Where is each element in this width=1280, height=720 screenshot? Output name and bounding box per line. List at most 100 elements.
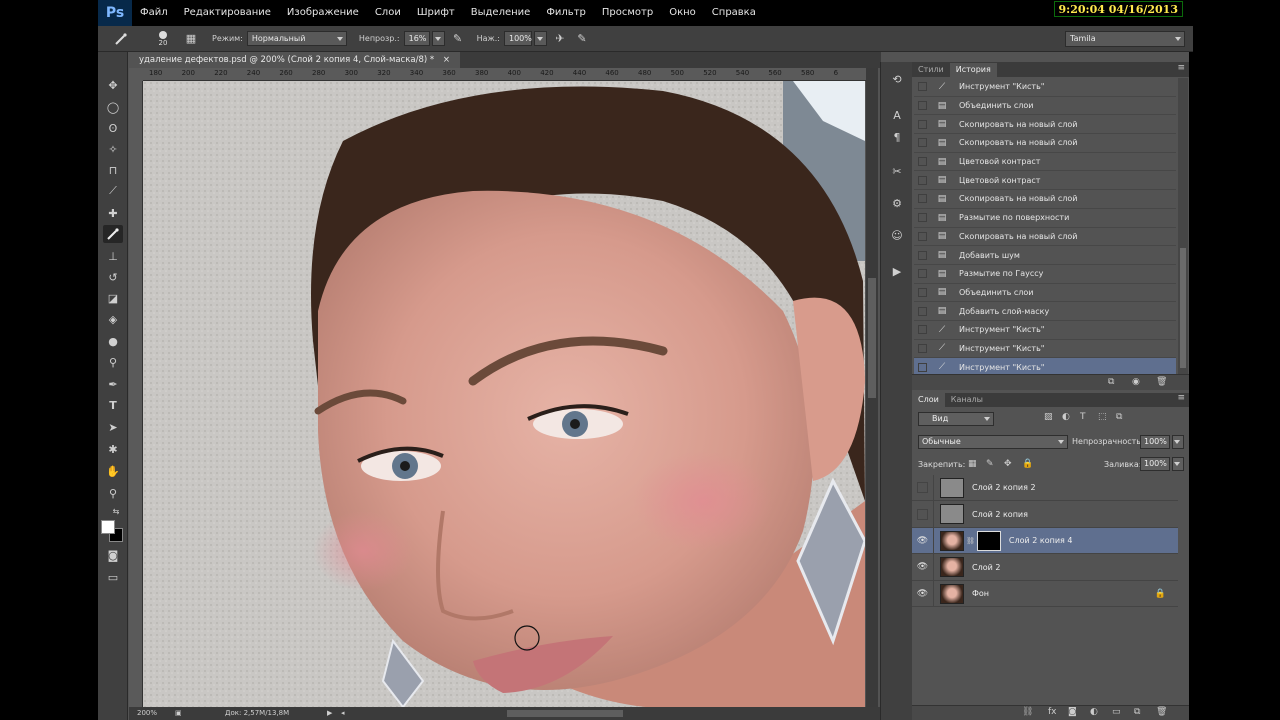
opacity-input[interactable]: 16%	[403, 31, 430, 46]
layer-row[interactable]: 👁 ⛓ Слой 2 копия 4	[912, 527, 1178, 555]
lasso-tool-icon[interactable]: ʘ	[103, 119, 123, 137]
quick-selection-tool-icon[interactable]: ✧	[103, 140, 123, 158]
workspace-select[interactable]: Tamila	[1065, 31, 1185, 47]
healing-brush-tool-icon[interactable]: ✚	[103, 204, 123, 222]
layer-thumbnail[interactable]	[940, 504, 964, 525]
swap-colors-icon[interactable]: ⇆	[110, 502, 122, 520]
history-source-checkbox[interactable]	[918, 82, 927, 92]
adjustment-layer-icon[interactable]: ◐	[1090, 707, 1098, 717]
status-info-icon[interactable]: ▣	[175, 707, 182, 720]
menu-item-6[interactable]: Фильтр	[538, 0, 594, 26]
fill-input[interactable]: 100%	[1140, 457, 1170, 471]
layer-style-icon[interactable]: fx	[1048, 707, 1057, 717]
history-source-checkbox[interactable]	[918, 231, 927, 241]
eye-icon[interactable]: 👁	[912, 580, 934, 607]
flow-input[interactable]: 100%	[503, 31, 532, 46]
actions-panel-icon[interactable]: ▶	[888, 262, 906, 280]
menu-item-9[interactable]: Справка	[704, 0, 764, 26]
lock-all-icon[interactable]: 🔒	[1022, 459, 1033, 469]
vertical-scrollbar[interactable]	[866, 68, 878, 708]
history-source-checkbox[interactable]	[918, 119, 927, 129]
history-item[interactable]: ⟋ Инструмент "Кисть"	[914, 340, 1176, 359]
layer-name[interactable]: Слой 2 копия 2	[972, 483, 1036, 492]
new-snapshot-icon[interactable]: ◉	[1132, 377, 1140, 387]
link-layers-icon[interactable]: ⛓	[1022, 707, 1033, 717]
history-source-checkbox[interactable]	[918, 213, 927, 223]
history-item[interactable]: ⟋ Инструмент "Кисть"	[914, 358, 1176, 374]
history-panel-icon[interactable]: ⟲	[888, 70, 906, 88]
layer-opacity-dropdown[interactable]	[1172, 435, 1184, 449]
lock-transparent-icon[interactable]: ▦	[968, 459, 977, 469]
airbrush-icon[interactable]: ✈	[551, 30, 569, 48]
history-item[interactable]: ⟋ Инструмент "Кисть"	[914, 78, 1176, 97]
mode-select[interactable]: Нормальный	[246, 31, 347, 46]
history-source-checkbox[interactable]	[918, 269, 927, 279]
history-item[interactable]: ▤ Добавить слой-маску	[914, 302, 1176, 321]
marquee-tool-icon[interactable]: ◯	[103, 98, 123, 116]
panel-menu-icon[interactable]: ≡	[1177, 63, 1185, 73]
eraser-tool-icon[interactable]: ◪	[103, 289, 123, 307]
status-menu-arrow-icon[interactable]: ▶	[327, 707, 332, 720]
history-item[interactable]: ▤ Размытие по поверхности	[914, 209, 1176, 228]
dodge-tool-icon[interactable]: ⚲	[103, 353, 123, 371]
fill-dropdown[interactable]	[1172, 457, 1184, 471]
layer-opacity-input[interactable]: 100%	[1140, 435, 1170, 449]
history-item[interactable]: ▤ Скопировать на новый слой	[914, 190, 1176, 209]
layer-thumbnail[interactable]	[940, 557, 964, 578]
history-scrollbar[interactable]	[1178, 78, 1188, 374]
layer-mask-thumbnail[interactable]	[976, 530, 1001, 551]
horizontal-scroll-thumb[interactable]	[507, 710, 623, 717]
close-tab-icon[interactable]: ×	[443, 55, 450, 65]
history-source-checkbox[interactable]	[918, 250, 927, 260]
blend-mode-select[interactable]: Обычные	[918, 435, 1068, 449]
brush-tool-icon[interactable]	[103, 225, 123, 243]
mask-link-icon[interactable]: ⛓	[966, 537, 975, 545]
history-item[interactable]: ▤ Размытие по Гауссу	[914, 265, 1176, 284]
layer-name[interactable]: Слой 2 копия	[972, 510, 1028, 519]
ruler-origin[interactable]	[129, 68, 143, 81]
paint-bucket-tool-icon[interactable]: ◈	[103, 310, 123, 328]
history-source-checkbox[interactable]	[918, 101, 927, 111]
tab-layers[interactable]: Слои	[912, 393, 945, 407]
tool-preset-brush-icon[interactable]	[112, 30, 130, 48]
filter-adjust-icon[interactable]: ◐	[1062, 412, 1070, 422]
layer-row[interactable]: 👁 Слой 2	[912, 554, 1178, 581]
flow-dropdown[interactable]	[533, 31, 547, 46]
visibility-toggle[interactable]	[912, 474, 934, 501]
layers-menu-icon[interactable]: ≡	[1177, 393, 1185, 403]
eye-icon[interactable]: 👁	[912, 554, 934, 581]
history-brush-tool-icon[interactable]: ↺	[103, 268, 123, 286]
hand-tool-icon[interactable]: ✋	[103, 462, 123, 480]
path-selection-tool-icon[interactable]: ➤	[103, 418, 123, 436]
delete-state-icon[interactable]: 🗑	[1156, 377, 1167, 387]
document-tab[interactable]: удаление дефектов.psd @ 200% (Слой 2 коп…	[129, 52, 460, 68]
eye-icon[interactable]: 👁	[912, 527, 934, 554]
layer-thumbnail[interactable]	[940, 583, 964, 604]
history-source-checkbox[interactable]	[918, 287, 927, 297]
horizontal-ruler[interactable]: 180 200 220 240 260 280 300 320 340 360 380 400 420 4…	[143, 68, 868, 81]
foreground-color-swatch[interactable]	[101, 520, 115, 534]
menu-item-0[interactable]: Файл	[132, 0, 176, 26]
new-document-from-state-icon[interactable]: ⧉	[1108, 377, 1114, 387]
visibility-toggle[interactable]	[912, 501, 934, 528]
brush-preset-picker[interactable]: 20	[150, 29, 176, 49]
menu-item-4[interactable]: Шрифт	[409, 0, 463, 26]
menu-item-3[interactable]: Слои	[367, 0, 409, 26]
new-group-icon[interactable]: ▭	[1112, 707, 1121, 717]
history-item[interactable]: ⟋ Инструмент "Кисть"	[914, 321, 1176, 340]
menu-item-7[interactable]: Просмотр	[594, 0, 661, 26]
history-item[interactable]: ▤ Цветовой контраст	[914, 153, 1176, 172]
pressure-opacity-icon[interactable]: ✎	[449, 30, 467, 48]
adjustments-panel-icon[interactable]: ⚙	[888, 194, 906, 212]
zoom-level[interactable]: 200%	[137, 707, 157, 720]
history-item[interactable]: ▤ Добавить шум	[914, 246, 1176, 265]
vertical-ruler[interactable]	[129, 81, 143, 707]
history-source-checkbox[interactable]	[918, 325, 927, 335]
quick-mask-icon[interactable]: ◙	[103, 546, 123, 564]
blur-tool-icon[interactable]: ●	[103, 332, 123, 350]
layer-thumbnail[interactable]	[940, 530, 964, 551]
history-item[interactable]: ▤ Объединить слои	[914, 97, 1176, 116]
history-item[interactable]: ▤ Скопировать на новый слой	[914, 115, 1176, 135]
layer-row[interactable]: Слой 2 копия	[912, 501, 1178, 528]
tab-styles[interactable]: Стили	[912, 63, 950, 77]
